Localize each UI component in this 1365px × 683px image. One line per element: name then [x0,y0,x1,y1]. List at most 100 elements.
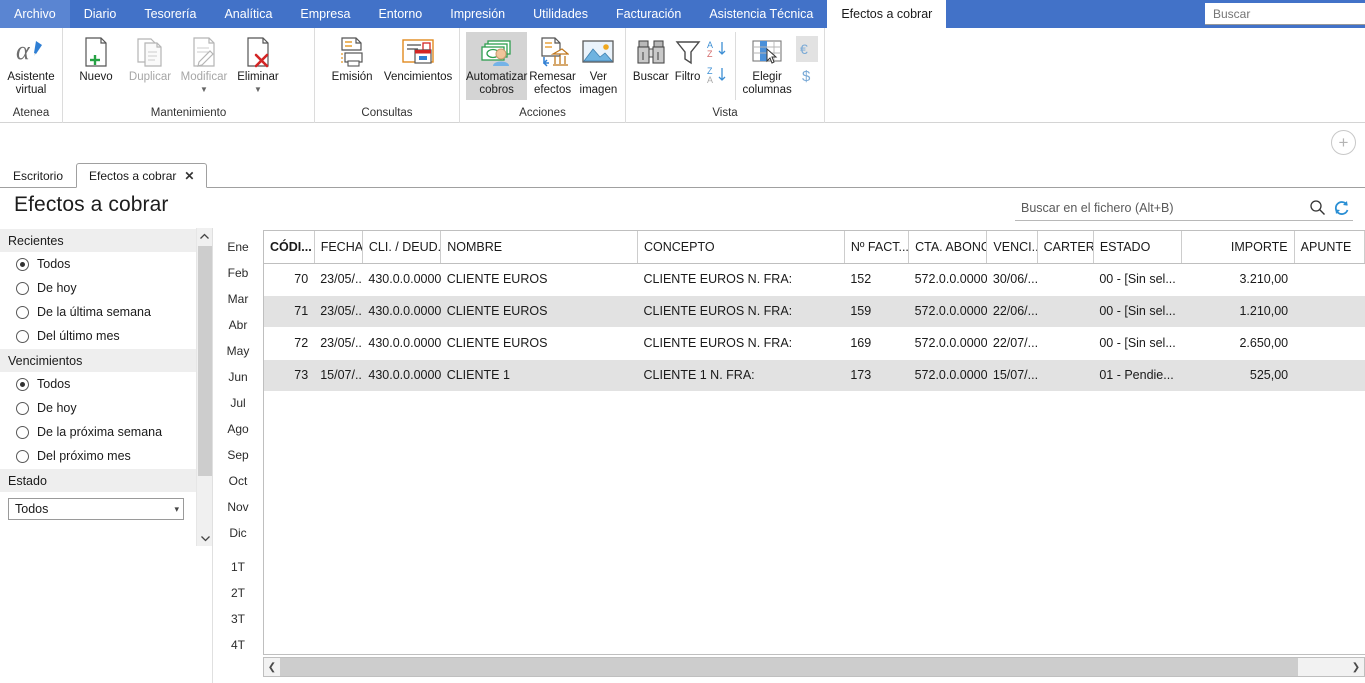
doc-tab-escritorio[interactable]: Escritorio [0,163,76,187]
menu-item-entorno[interactable]: Entorno [364,0,436,28]
quarter-filter-4t[interactable]: 4T [215,632,261,658]
cell-estado[interactable]: 00 - [Sin sel... [1093,327,1181,359]
cell-n_fact[interactable]: 169 [844,327,908,359]
quarter-filter-2t[interactable]: 2T [215,580,261,606]
sort-az-icon[interactable]: A Z [707,36,729,62]
sidebar-radio-option[interactable]: De hoy [0,276,196,300]
ribbon-button-vencimientos[interactable]: Vencimientos [383,32,453,100]
hscroll-track[interactable] [280,658,1348,676]
month-filter-sep[interactable]: Sep [215,442,261,468]
cell-cta_abono[interactable]: 572.0.0.00000 [909,327,987,359]
sidebar-radio-option[interactable]: De hoy [0,396,196,420]
month-filter-jul[interactable]: Jul [215,390,261,416]
column-header-concepto[interactable]: CONCEPTO [637,231,845,264]
sidebar-radio-option[interactable]: Todos [0,252,196,276]
month-filter-mar[interactable]: Mar [215,286,261,312]
quarter-filter-1t[interactable]: 1T [215,554,261,580]
radio-button-icon[interactable] [16,425,29,439]
scroll-down-arrow[interactable] [197,530,213,546]
cell-apunte[interactable] [1294,359,1364,391]
ribbon-button-modificar[interactable]: Modificar ▼ [177,32,231,100]
cell-venci[interactable]: 30/06/... [987,263,1037,295]
global-search-input[interactable] [1205,3,1365,25]
magnifier-icon[interactable] [1305,197,1329,219]
cell-importe[interactable]: 2.650,00 [1182,327,1294,359]
hscroll-thumb[interactable] [280,658,1298,676]
ribbon-button-nuevo[interactable]: Nuevo [69,32,123,100]
sidebar-radio-option[interactable]: Del último mes [0,324,196,348]
radio-button-icon[interactable] [16,257,29,271]
cell-cli_deud[interactable]: 430.0.0.00000 [362,263,440,295]
cell-n_fact[interactable]: 173 [844,359,908,391]
cell-cartera[interactable] [1037,295,1093,327]
file-search-input[interactable] [1015,196,1305,219]
cell-cli_deud[interactable]: 430.0.0.00000 [362,327,440,359]
cell-concepto[interactable]: CLIENTE EUROS N. FRA: [638,295,845,327]
dollar-icon[interactable]: $ [798,62,816,88]
menu-item-utilidades[interactable]: Utilidades [519,0,602,28]
cell-cli_deud[interactable]: 430.0.0.00001 [362,359,440,391]
column-header-cli_deud[interactable]: CLI. / DEUD. [362,231,442,264]
add-tab-button[interactable]: + [1331,130,1356,155]
grid-horizontal-scrollbar[interactable]: ❮ ❯ [263,657,1365,677]
month-filter-nov[interactable]: Nov [215,494,261,520]
cell-nombre[interactable]: CLIENTE 1 [441,359,638,391]
cell-n_fact[interactable]: 152 [844,263,908,295]
cell-apunte[interactable] [1294,263,1364,295]
radio-button-icon[interactable] [16,401,29,415]
cell-venci[interactable]: 22/06/... [987,295,1037,327]
chevron-down-icon[interactable]: ▼ [254,85,262,94]
sidebar-radio-option[interactable]: De la próxima semana [0,420,196,444]
column-header-apunte[interactable]: APUNTE [1294,231,1365,264]
scroll-right-arrow[interactable]: ❯ [1348,658,1364,676]
cell-cta_abono[interactable]: 572.0.0.00000 [909,295,987,327]
radio-button-icon[interactable] [16,329,29,343]
month-filter-ene[interactable]: Ene [215,234,261,260]
radio-button-icon[interactable] [16,449,29,463]
column-header-cta_abono[interactable]: CTA. ABONO [908,231,988,264]
menu-item-impresi-n[interactable]: Impresión [436,0,519,28]
radio-button-icon[interactable] [16,281,29,295]
cell-cta_abono[interactable]: 572.0.0.00000 [909,359,987,391]
column-header-fecha[interactable]: FECHA [314,231,363,264]
sidebar-scrollbar[interactable] [196,228,212,546]
cell-fecha[interactable]: 23/05/... [314,263,362,295]
table-row[interactable]: 71 23/05/... 430.0.0.00000 CLIENTE EUROS CLI… [264,295,1365,327]
menu-item-diario[interactable]: Diario [70,0,131,28]
cell-estado[interactable]: 00 - [Sin sel... [1093,295,1181,327]
ribbon-button-elegir-columnas[interactable]: Elegir columnas [735,32,795,100]
cell-codigo[interactable]: 72 [264,327,314,359]
chevron-down-icon[interactable]: ▾ [174,504,179,515]
ribbon-button-buscar[interactable]: Buscar [632,32,670,100]
estado-dropdown[interactable]: Todos ▾ [8,498,184,520]
cell-concepto[interactable]: CLIENTE EUROS N. FRA: [638,327,845,359]
cell-codigo[interactable]: 70 [264,263,314,295]
ribbon-button-automatizar-cobros[interactable]: Automatizar cobros [466,32,528,100]
menu-item-tesorer-a[interactable]: Tesorería [130,0,210,28]
cell-nombre[interactable]: CLIENTE EUROS [441,263,638,295]
table-row[interactable]: 73 15/07/... 430.0.0.00001 CLIENTE 1 CLIENTE… [264,359,1365,391]
chevron-down-icon[interactable]: ▼ [200,85,208,94]
sidebar-radio-option[interactable]: Del próximo mes [0,444,196,468]
cell-concepto[interactable]: CLIENTE 1 N. FRA: [638,359,845,391]
menu-item-facturaci-n[interactable]: Facturación [602,0,695,28]
cell-cta_abono[interactable]: 572.0.0.00000 [909,263,987,295]
doc-tab-efectos-a-cobrar[interactable]: Efectos a cobrar ✕ [76,163,208,188]
scroll-left-arrow[interactable]: ❮ [264,658,280,676]
month-filter-jun[interactable]: Jun [215,364,261,390]
ribbon-button-duplicar[interactable]: Duplicar [123,32,177,100]
cell-importe[interactable]: 1.210,00 [1182,295,1294,327]
column-header-estado[interactable]: ESTADO [1093,231,1183,264]
menu-item-efectos-a-cobrar[interactable]: Efectos a cobrar [827,0,947,28]
cell-cartera[interactable] [1037,359,1093,391]
menu-item-empresa[interactable]: Empresa [286,0,364,28]
sort-za-icon[interactable]: Z A [707,62,729,88]
cell-venci[interactable]: 15/07/... [987,359,1037,391]
sidebar-scroll-thumb[interactable] [198,246,212,476]
cell-n_fact[interactable]: 159 [844,295,908,327]
ribbon-button-filtro[interactable]: Filtro [670,32,706,100]
cell-cli_deud[interactable]: 430.0.0.00000 [362,295,440,327]
cell-codigo[interactable]: 71 [264,295,314,327]
cell-importe[interactable]: 525,00 [1182,359,1294,391]
sidebar-radio-option[interactable]: Todos [0,372,196,396]
